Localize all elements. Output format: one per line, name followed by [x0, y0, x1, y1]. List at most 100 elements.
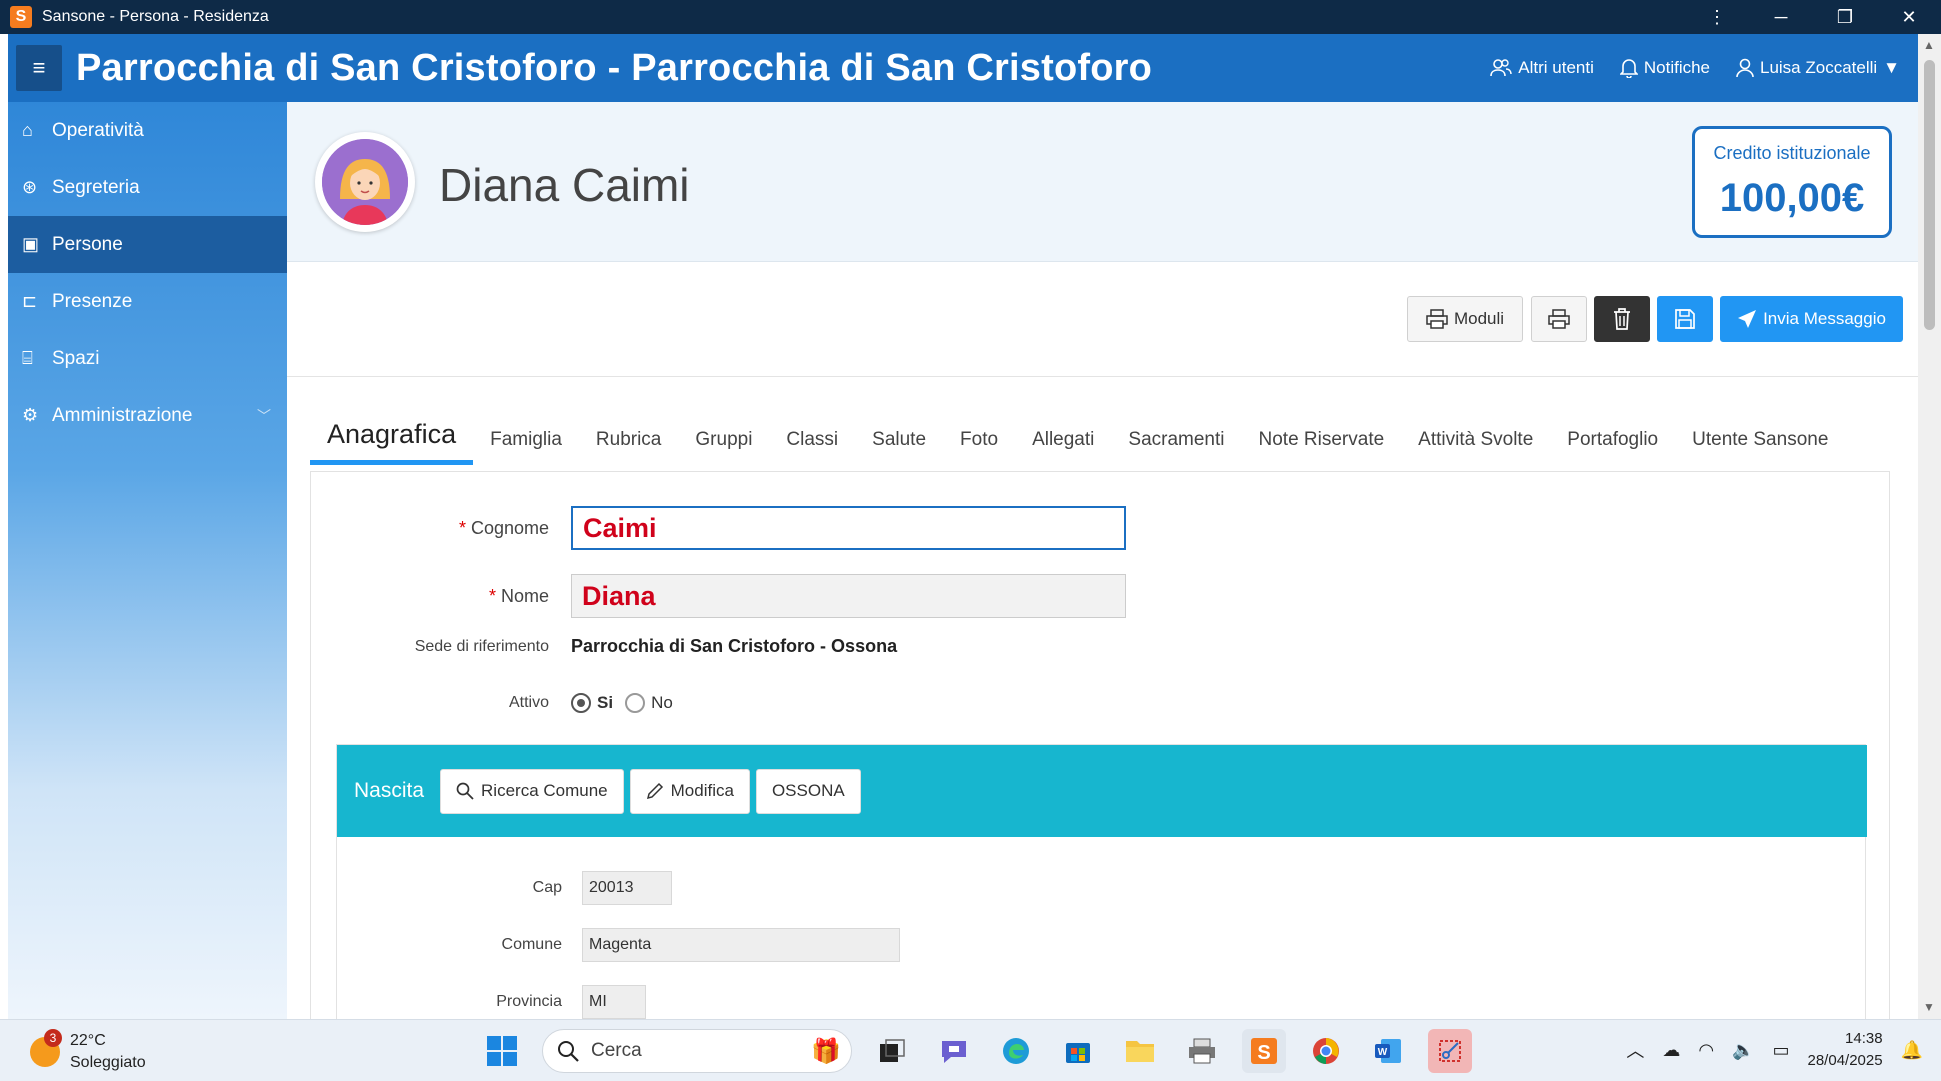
hamburger-menu-icon[interactable]: ≡ — [16, 45, 62, 91]
action-toolbar: Moduli Invia Messaggio — [287, 262, 1918, 377]
ricerca-comune-button[interactable]: Ricerca Comune — [440, 768, 624, 814]
tab-note-riservate[interactable]: Note Riservate — [1242, 429, 1402, 465]
chrome-icon[interactable] — [1304, 1029, 1348, 1073]
volume-icon[interactable]: 🔈 — [1732, 1040, 1754, 1061]
notification-bell-icon[interactable]: 🔔 — [1901, 1040, 1923, 1061]
tab-famiglia[interactable]: Famiglia — [473, 429, 579, 465]
tab-allegati[interactable]: Allegati — [1015, 429, 1111, 465]
more-options-icon[interactable]: ⋮ — [1685, 0, 1749, 34]
sidebar-item-presenze[interactable]: ⊏ Presenze — [8, 273, 287, 330]
windows-start-icon[interactable] — [480, 1029, 524, 1073]
window-titlebar: S Sansone - Persona - Residenza ⋮ ─ ❐ ✕ — [0, 0, 1941, 34]
tab-utente-sansone[interactable]: Utente Sansone — [1675, 429, 1845, 465]
attivo-no-radio[interactable]: No — [625, 693, 673, 713]
user-menu[interactable]: Luisa Zoccatelli ▼ — [1736, 58, 1900, 78]
tab-bar: Anagrafica Famiglia Rubrica Gruppi Class… — [310, 405, 1890, 465]
weather-desc: Soleggiato — [70, 1054, 146, 1071]
sidebar-item-amministrazione[interactable]: ⚙ Amministrazione ﹀ — [8, 387, 287, 444]
home-icon: ⌂ — [22, 120, 33, 140]
store-icon[interactable] — [1056, 1029, 1100, 1073]
cognome-field[interactable]: Caimi — [571, 506, 1126, 550]
scroll-down-icon[interactable]: ▼ — [1923, 1000, 1935, 1014]
weather-temp: 22°C — [70, 1032, 106, 1049]
sansone-app-icon: S — [10, 6, 32, 28]
person-name: Diana Caimi — [439, 159, 690, 211]
scroll-up-icon[interactable]: ▲ — [1923, 38, 1935, 52]
tab-anagrafica[interactable]: Anagrafica — [310, 419, 474, 465]
scrollbar-thumb[interactable] — [1924, 60, 1935, 330]
ossona-button[interactable]: OSSONA — [755, 768, 861, 814]
sidebar-item-spazi[interactable]: ⌸ Spazi — [8, 330, 287, 387]
taskbar-search-placeholder: Cerca — [591, 1040, 642, 1061]
page-scrollbar[interactable]: ▲ ▼ — [1918, 34, 1941, 1019]
cap-field[interactable]: 20013 — [582, 871, 672, 905]
search-icon — [558, 1041, 579, 1062]
moduli-button[interactable]: Moduli — [1407, 296, 1523, 342]
delete-button[interactable] — [1594, 296, 1650, 342]
cap-label: Cap — [532, 879, 562, 896]
tab-gruppi[interactable]: Gruppi — [678, 429, 769, 465]
battery-icon[interactable]: ▭ — [1772, 1040, 1789, 1061]
restore-button[interactable]: ❐ — [1813, 0, 1877, 34]
id-card-icon: ▣ — [22, 234, 40, 254]
wifi-icon[interactable]: ◠ — [1698, 1040, 1714, 1061]
attivo-no-label: No — [651, 693, 673, 712]
tab-rubrica[interactable]: Rubrica — [579, 429, 678, 465]
sidebar-item-operativita[interactable]: ⌂ Operatività — [8, 102, 287, 159]
tab-portafoglio[interactable]: Portafoglio — [1550, 429, 1675, 465]
snipping-tool-icon[interactable] — [1428, 1029, 1472, 1073]
sidebar-item-persone[interactable]: ▣ Persone — [8, 216, 287, 273]
sidebar-item-segreteria[interactable]: ⊛ Segreteria — [8, 159, 287, 216]
tab-attivita-svolte[interactable]: Attività Svolte — [1401, 429, 1550, 465]
other-users-link[interactable]: Altri utenti — [1490, 58, 1594, 78]
clock-time: 14:38 — [1845, 1030, 1883, 1047]
print-button[interactable] — [1531, 296, 1587, 342]
word-icon[interactable]: W — [1366, 1029, 1410, 1073]
tab-foto[interactable]: Foto — [943, 429, 1015, 465]
other-users-label: Altri utenti — [1518, 58, 1594, 77]
tab-classi[interactable]: Classi — [769, 429, 855, 465]
main-content: Diana Caimi Credito istituzionale 100,00… — [287, 102, 1918, 1019]
close-button[interactable]: ✕ — [1877, 0, 1941, 34]
send-message-button[interactable]: Invia Messaggio — [1720, 296, 1903, 342]
nome-field[interactable]: Diana — [571, 574, 1126, 618]
cloud-sync-icon[interactable]: ☁ — [1662, 1040, 1680, 1061]
user-icon — [1736, 58, 1754, 78]
attivo-si-radio[interactable]: Si — [571, 693, 613, 713]
credit-amount: 100,00€ — [1719, 176, 1865, 220]
svg-text:W: W — [1378, 1047, 1388, 1058]
notifications-link[interactable]: Notifiche — [1619, 58, 1710, 78]
edge-icon[interactable] — [994, 1029, 1038, 1073]
modifica-button[interactable]: Modifica — [629, 768, 750, 814]
teams-icon[interactable] — [932, 1029, 976, 1073]
comune-field[interactable]: Magenta — [582, 928, 900, 962]
task-view-icon[interactable] — [870, 1029, 914, 1073]
users-icon — [1490, 59, 1512, 77]
tab-sacramenti[interactable]: Sacramenti — [1111, 429, 1241, 465]
sidebar-item-label: Presenze — [52, 290, 133, 312]
sun-icon: 3 — [30, 1029, 62, 1067]
tab-salute[interactable]: Salute — [855, 429, 943, 465]
bell-icon — [1619, 59, 1638, 78]
avatar — [315, 132, 415, 232]
printer-app-icon[interactable] — [1180, 1029, 1224, 1073]
printer-icon — [1426, 309, 1448, 329]
file-explorer-icon[interactable] — [1118, 1029, 1162, 1073]
sede-label: Sede di riferimento — [414, 637, 549, 655]
nascita-title: Nascita — [354, 779, 425, 802]
clock[interactable]: 14:38 28/04/2025 — [1808, 1028, 1883, 1072]
weather-badge: 3 — [44, 1029, 62, 1047]
weather-widget[interactable]: 3 22°C Soleggiato — [30, 1029, 146, 1074]
sansone-taskbar-icon[interactable]: S — [1242, 1029, 1286, 1073]
send-message-label: Invia Messaggio — [1763, 309, 1886, 328]
provincia-field[interactable]: MI — [582, 985, 646, 1019]
taskbar-search[interactable]: Cerca 🎁 — [542, 1029, 852, 1073]
chevron-up-icon[interactable]: ︿ — [1626, 1037, 1644, 1063]
minimize-button[interactable]: ─ — [1749, 0, 1813, 34]
sidebar-item-label: Spazi — [52, 347, 100, 369]
save-button[interactable] — [1657, 296, 1713, 342]
cognome-label: * Cognome — [458, 517, 549, 538]
gear-icon: ⚙ — [22, 405, 39, 425]
window-controls: ⋮ ─ ❐ ✕ — [1685, 0, 1941, 34]
attivo-label: Attivo — [508, 694, 549, 711]
